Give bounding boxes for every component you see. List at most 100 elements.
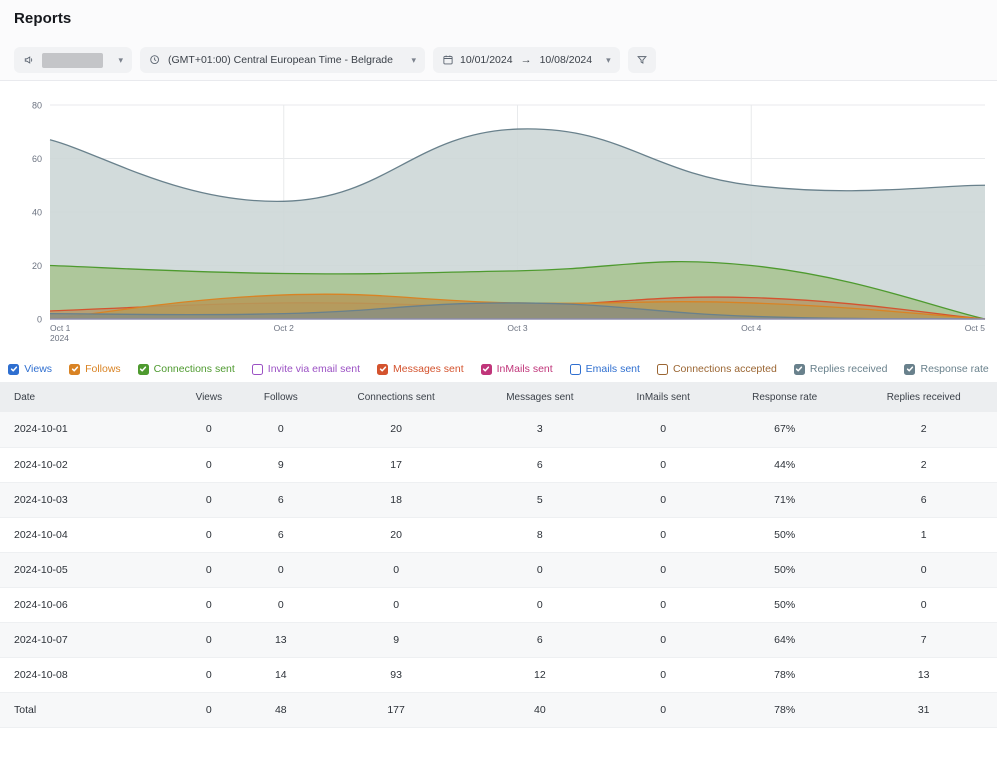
legend-checkbox-icon[interactable] [69, 363, 81, 375]
table-cell: 14 [241, 657, 320, 693]
legend-item-messages-sent[interactable]: Messages sent [377, 363, 464, 375]
legend-item-invite-via-email-sent[interactable]: Invite via email sent [251, 363, 360, 375]
table-cell: 3 [472, 412, 608, 448]
table-cell: 1 [850, 517, 997, 553]
metrics-area-chart: 0 20 40 60 80 Oct 1 2024 Oct 2 Oct 3 Oct 4 Oct 5 [0, 81, 997, 356]
column-header-follows[interactable]: Follows [241, 382, 320, 412]
legend-checkbox-icon[interactable] [377, 363, 389, 375]
x-axis-tick-label: Oct 3 [507, 323, 528, 333]
table-cell: 0 [176, 692, 242, 728]
y-axis-tick-label: 60 [32, 154, 42, 164]
chevron-down-icon: ▾ [411, 54, 416, 65]
table-cell: 20 [319, 517, 473, 553]
legend-item-label: Response rate [920, 363, 989, 375]
legend-item-emails-sent[interactable]: Emails sent [569, 363, 640, 375]
y-axis-tick-label: 40 [32, 208, 42, 218]
table-cell: 0 [607, 412, 719, 448]
timezone-label: (GMT+01:00) Central European Time - Belg… [168, 54, 393, 66]
table-cell: 44% [718, 447, 851, 483]
date-range-picker[interactable]: 10/01/2024 → 10/08/2024 ▾ [433, 47, 620, 73]
table-cell: 13 [850, 657, 997, 693]
column-header-response-rate[interactable]: Response rate [718, 382, 851, 412]
table-cell: 8 [472, 517, 608, 553]
legend-checkbox-icon[interactable] [569, 363, 581, 375]
table-cell: 9 [319, 622, 473, 658]
table-cell: 78% [718, 657, 851, 693]
table-cell: 40 [472, 692, 608, 728]
table-cell: 0 [850, 552, 997, 588]
reports-table: Date Views Follows Connections sent Messages… [0, 382, 997, 728]
column-header-replies-received[interactable]: Replies received [850, 382, 997, 412]
legend-checkbox-icon[interactable] [8, 363, 20, 375]
legend-item-response-rate[interactable]: Response rate [904, 363, 989, 375]
legend-checkbox-icon[interactable] [793, 363, 805, 375]
column-header-connections-sent[interactable]: Connections sent [319, 382, 473, 412]
table-cell: 48 [241, 692, 320, 728]
table-total-row: Total 0 48 177 40 0 78% 31 [0, 692, 997, 728]
table-cell: 0 [607, 622, 719, 658]
table-cell: 0 [176, 412, 242, 448]
table-cell: 2 [850, 412, 997, 448]
legend-checkbox-icon[interactable] [137, 363, 149, 375]
table-cell: 67% [718, 412, 851, 448]
table-cell: 2024-10-07 [0, 622, 176, 658]
x-axis-year-label: 2024 [50, 333, 69, 343]
table-cell: 31 [850, 692, 997, 728]
legend-item-connections-accepted[interactable]: Connections accepted [656, 363, 777, 375]
legend-checkbox-icon[interactable] [656, 363, 668, 375]
legend-item-views[interactable]: Views [8, 363, 52, 375]
table-cell: Total [0, 692, 176, 728]
legend-item-label: Connections sent [153, 363, 235, 375]
campaign-select[interactable]: ▾ [14, 47, 132, 73]
legend-item-inmails-sent[interactable]: InMails sent [480, 363, 553, 375]
table-cell: 6 [241, 482, 320, 518]
y-axis-tick-label: 80 [32, 101, 42, 111]
table-row: 2024-10-01 0 0 20 3 0 67% 2 [0, 412, 997, 448]
legend-item-label: Messages sent [393, 363, 464, 375]
legend-checkbox-icon[interactable] [904, 363, 916, 375]
filter-button[interactable] [627, 47, 656, 73]
table-cell: 7 [850, 622, 997, 658]
chevron-down-icon: ▾ [118, 54, 123, 65]
x-axis-tick-label: Oct 4 [741, 323, 762, 333]
legend-checkbox-icon[interactable] [251, 363, 263, 375]
table-cell: 9 [241, 447, 320, 483]
table-cell: 2024-10-04 [0, 517, 176, 553]
table-cell: 2024-10-08 [0, 657, 176, 693]
column-header-date[interactable]: Date [0, 382, 176, 412]
table-cell: 0 [850, 587, 997, 623]
table-cell: 0 [241, 552, 320, 588]
legend-item-label: Emails sent [585, 363, 640, 375]
table-row: 2024-10-06 0 0 0 0 0 50% 0 [0, 587, 997, 623]
table-cell: 13 [241, 622, 320, 658]
date-range-start: 10/01/2024 [460, 54, 513, 66]
column-header-inmails-sent[interactable]: InMails sent [607, 382, 719, 412]
table-cell: 0 [607, 552, 719, 588]
table-cell: 0 [607, 447, 719, 483]
legend-item-replies-received[interactable]: Replies received [793, 363, 887, 375]
table-cell: 0 [176, 482, 242, 518]
table-cell: 93 [319, 657, 473, 693]
table-cell: 5 [472, 482, 608, 518]
timezone-select[interactable]: (GMT+01:00) Central European Time - Belg… [140, 47, 425, 73]
legend-item-connections-sent[interactable]: Connections sent [137, 363, 235, 375]
page-title: Reports [14, 10, 72, 27]
table-cell: 0 [607, 517, 719, 553]
table-cell: 78% [718, 692, 851, 728]
table-cell: 177 [319, 692, 473, 728]
calendar-icon [442, 54, 454, 66]
campaign-value-redacted [42, 52, 104, 68]
table-cell: 50% [718, 517, 851, 553]
column-header-messages-sent[interactable]: Messages sent [472, 382, 608, 412]
legend-item-follows[interactable]: Follows [69, 363, 121, 375]
legend-checkbox-icon[interactable] [480, 363, 492, 375]
column-header-views[interactable]: Views [176, 382, 242, 412]
date-range-end: 10/08/2024 [539, 54, 593, 66]
legend-item-label: InMails sent [496, 363, 553, 375]
table-cell: 0 [176, 517, 242, 553]
table-cell: 64% [718, 622, 851, 658]
x-axis-tick-label: Oct 5 [965, 323, 986, 333]
table-row: 2024-10-04 0 6 20 8 0 50% 1 [0, 517, 997, 553]
legend-item-label: Connections accepted [672, 363, 777, 375]
table-cell: 0 [607, 482, 719, 518]
